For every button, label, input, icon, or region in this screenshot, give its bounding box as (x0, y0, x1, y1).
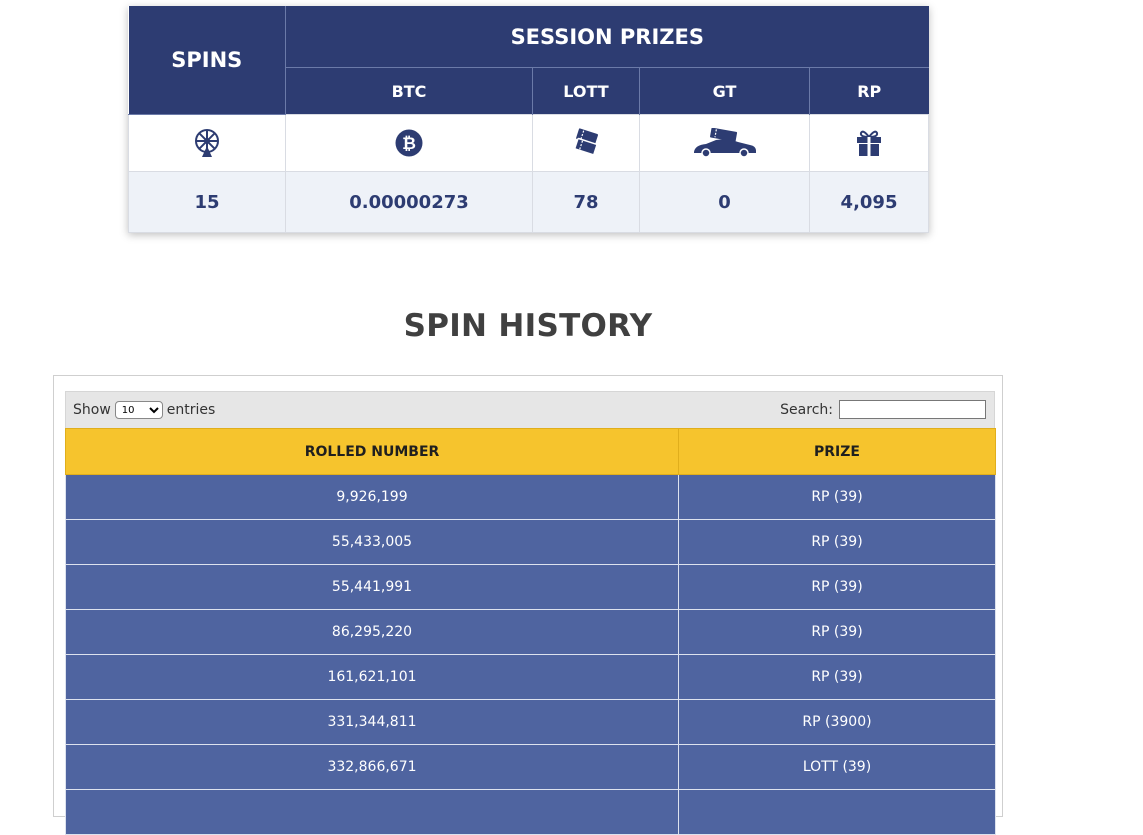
rp-icon-cell (808, 114, 930, 172)
gift-icon (857, 130, 882, 156)
lott-value: 78 (532, 171, 640, 233)
btc-header: BTC (285, 67, 533, 115)
bitcoin-icon: ₿ (395, 129, 423, 157)
table-row: 331,344,811 RP (3900) (65, 699, 996, 745)
spins-icon-cell (128, 114, 286, 172)
table-row: 9,926,199 RP (39) (65, 474, 996, 520)
table-row: 55,433,005 RP (39) (65, 519, 996, 565)
wheel-icon (195, 129, 219, 157)
prize-cell (678, 789, 996, 835)
rolled-number-cell: 55,433,005 (65, 519, 679, 565)
prize-header[interactable]: PRIZE (678, 428, 996, 475)
prize-cell: RP (3900) (678, 699, 996, 745)
tickets-icon (574, 128, 599, 156)
entries-control: Show 10 entries (73, 401, 215, 419)
entries-select[interactable]: 10 (114, 401, 163, 419)
table-row (65, 789, 996, 835)
rolled-number-header[interactable]: ROLLED NUMBER (65, 428, 679, 475)
entries-label: entries (166, 402, 216, 418)
table-row: 161,621,101 RP (39) (65, 654, 996, 700)
spins-header: SPINS (128, 6, 286, 115)
prize-cell: RP (39) (678, 519, 996, 565)
lott-header: LOTT (532, 67, 640, 115)
rp-value: 4,095 (808, 171, 930, 233)
car-ticket-icon (693, 128, 756, 158)
spin-history-table: ROLLED NUMBER PRIZE 9,926,199 RP (39) 55… (65, 428, 996, 835)
session-prizes-table: SPINS SESSION PRIZES BTC LOTT GT RP ₿ 15… (128, 6, 930, 233)
spins-value: 15 (128, 171, 286, 233)
header-row: ROLLED NUMBER PRIZE (65, 428, 996, 475)
rolled-number-cell: 86,295,220 (65, 609, 679, 655)
btc-icon-cell: ₿ (285, 114, 533, 172)
search-input[interactable] (839, 400, 986, 419)
show-label: Show (73, 402, 111, 418)
rolled-number-cell: 332,866,671 (65, 744, 679, 790)
rolled-number-cell: 9,926,199 (65, 474, 679, 520)
rolled-number-cell: 55,441,991 (65, 564, 679, 610)
prize-cell: LOTT (39) (678, 744, 996, 790)
prize-cell: RP (39) (678, 564, 996, 610)
gt-header: GT (639, 67, 810, 115)
table-row: 332,866,671 LOTT (39) (65, 744, 996, 790)
lott-icon-cell (532, 114, 640, 172)
search-label: Search: (780, 401, 833, 418)
table-row: 86,295,220 RP (39) (65, 609, 996, 655)
gt-icon-cell (639, 114, 810, 172)
table-toolbar: Show 10 entries Search: (65, 391, 995, 429)
rolled-number-cell (65, 789, 679, 835)
spin-history-panel: Show 10 entries Search: ROLLED NUMBER PR… (53, 375, 1003, 835)
session-prizes-header: SESSION PRIZES (285, 6, 929, 68)
gt-value: 0 (639, 171, 810, 233)
prize-cell: RP (39) (678, 609, 996, 655)
btc-value: 0.00000273 (285, 171, 533, 233)
rp-header: RP (808, 67, 929, 115)
rolled-number-cell: 331,344,811 (65, 699, 679, 745)
rolled-number-cell: 161,621,101 (65, 654, 679, 700)
table-row: 55,441,991 RP (39) (65, 564, 996, 610)
search-control: Search: (780, 400, 986, 419)
prize-cell: RP (39) (678, 474, 996, 520)
spin-history-title: SPIN HISTORY (403, 308, 653, 344)
svg-text:₿: ₿ (402, 134, 416, 154)
prize-cell: RP (39) (678, 654, 996, 700)
